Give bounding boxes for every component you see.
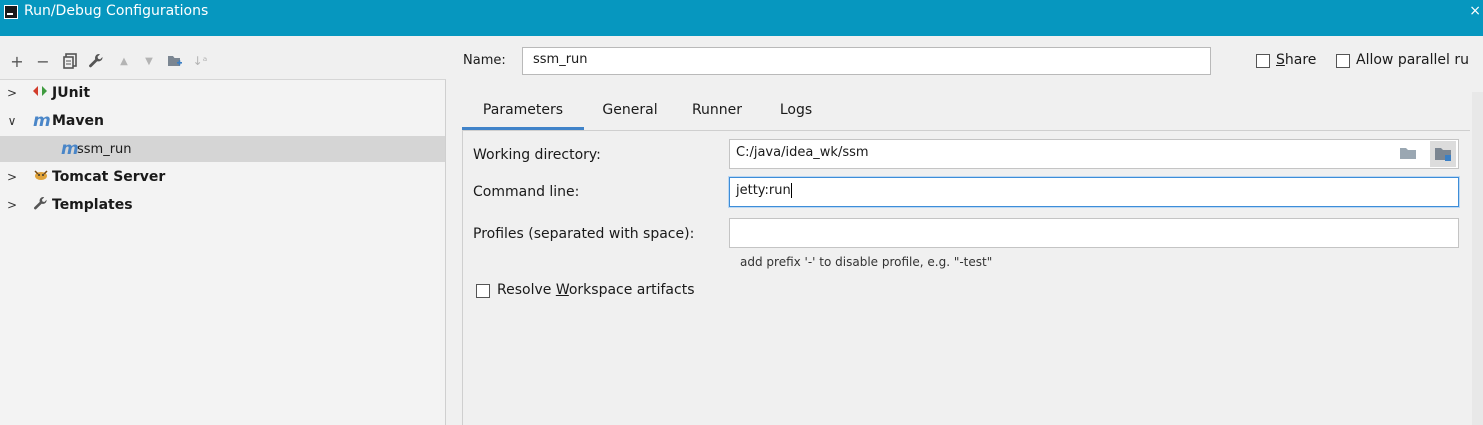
maven-icon: m (33, 111, 51, 131)
resolve-workspace-label: Resolve Workspace artifacts (497, 282, 695, 298)
tab-general[interactable]: General (590, 92, 670, 130)
remove-icon[interactable]: − (32, 48, 54, 74)
text-caret (790, 183, 792, 198)
profiles-input[interactable] (729, 218, 1459, 248)
sort-icon[interactable]: ↓ᵃ (189, 48, 211, 74)
resolve-label-post: orkspace artifacts (568, 282, 695, 298)
close-icon[interactable]: × (1469, 3, 1481, 19)
command-line-input[interactable]: jetty:run (729, 177, 1459, 207)
chevron-right-icon[interactable]: > (6, 86, 18, 100)
working-directory-label: Working directory: (473, 147, 601, 163)
tree-item-junit[interactable]: > JUnit (0, 80, 445, 106)
macro-folder-icon[interactable] (1430, 141, 1456, 167)
tree-item-label: Maven (52, 113, 104, 129)
wrench-icon[interactable] (85, 48, 107, 74)
tree-item-ssm-run[interactable]: m ssm_run (0, 136, 445, 162)
share-checkbox[interactable] (1256, 54, 1270, 68)
chevron-down-icon[interactable]: ∨ (6, 114, 18, 128)
tab-runner[interactable]: Runner (684, 92, 750, 130)
move-down-icon[interactable]: ▼ (138, 48, 160, 74)
copy-icon[interactable] (59, 48, 81, 74)
tree-item-label: Tomcat Server (52, 169, 166, 185)
resolve-label-pre: Resolve (497, 282, 556, 298)
window-title: Run/Debug Configurations (24, 3, 209, 19)
tree-item-label: JUnit (52, 85, 91, 101)
tree-toolbar: + − ▲ ▼ ↓ᵃ (0, 48, 445, 76)
tomcat-icon (33, 169, 49, 185)
parameters-panel (462, 130, 1470, 425)
profiles-hint: add prefix '-' to disable profile, e.g. … (740, 255, 993, 269)
tree-item-tomcat-server[interactable]: > Tomcat Server (0, 164, 445, 190)
vertical-scrollbar[interactable] (1472, 92, 1483, 425)
working-directory-value: C:/java/idea_wk/ssm (736, 145, 869, 160)
tree-item-label: Templates (52, 197, 133, 213)
new-folder-icon[interactable] (164, 48, 186, 74)
allow-parallel-checkbox[interactable] (1336, 54, 1350, 68)
share-label-text: hare (1284, 52, 1317, 68)
tree-item-maven[interactable]: ∨ m Maven (0, 108, 445, 134)
chevron-right-icon[interactable]: > (6, 198, 18, 212)
working-directory-input[interactable]: C:/java/idea_wk/ssm (729, 139, 1459, 169)
chevron-right-icon[interactable]: > (6, 170, 18, 184)
title-bar: Run/Debug Configurations × (0, 0, 1483, 36)
share-label: Share (1276, 52, 1316, 68)
allow-parallel-label: Allow parallel ru (1356, 52, 1469, 68)
app-icon (4, 5, 18, 19)
configuration-tree: > JUnit ∨ m Maven m ssm_run > Tomcat Ser… (0, 79, 446, 425)
tab-parameters[interactable]: Parameters (462, 92, 584, 130)
tab-logs[interactable]: Logs (771, 92, 821, 130)
command-line-value: jetty:run (736, 183, 791, 198)
move-up-icon[interactable]: ▲ (113, 48, 135, 74)
share-mnemonic: S (1276, 52, 1285, 68)
name-label: Name: (463, 53, 506, 68)
profiles-label: Profiles (separated with space): (473, 226, 695, 242)
tree-item-label: ssm_run (77, 141, 132, 157)
folder-icon[interactable] (1399, 145, 1419, 163)
resolve-workspace-checkbox[interactable] (476, 284, 490, 298)
wrench-icon (33, 196, 48, 215)
command-line-label: Command line: (473, 184, 580, 200)
junit-icon (33, 85, 47, 101)
tree-item-templates[interactable]: > Templates (0, 192, 445, 218)
name-input[interactable]: ssm_run (522, 47, 1211, 75)
add-icon[interactable]: + (6, 48, 28, 74)
resolve-mnemonic: W (555, 282, 569, 298)
